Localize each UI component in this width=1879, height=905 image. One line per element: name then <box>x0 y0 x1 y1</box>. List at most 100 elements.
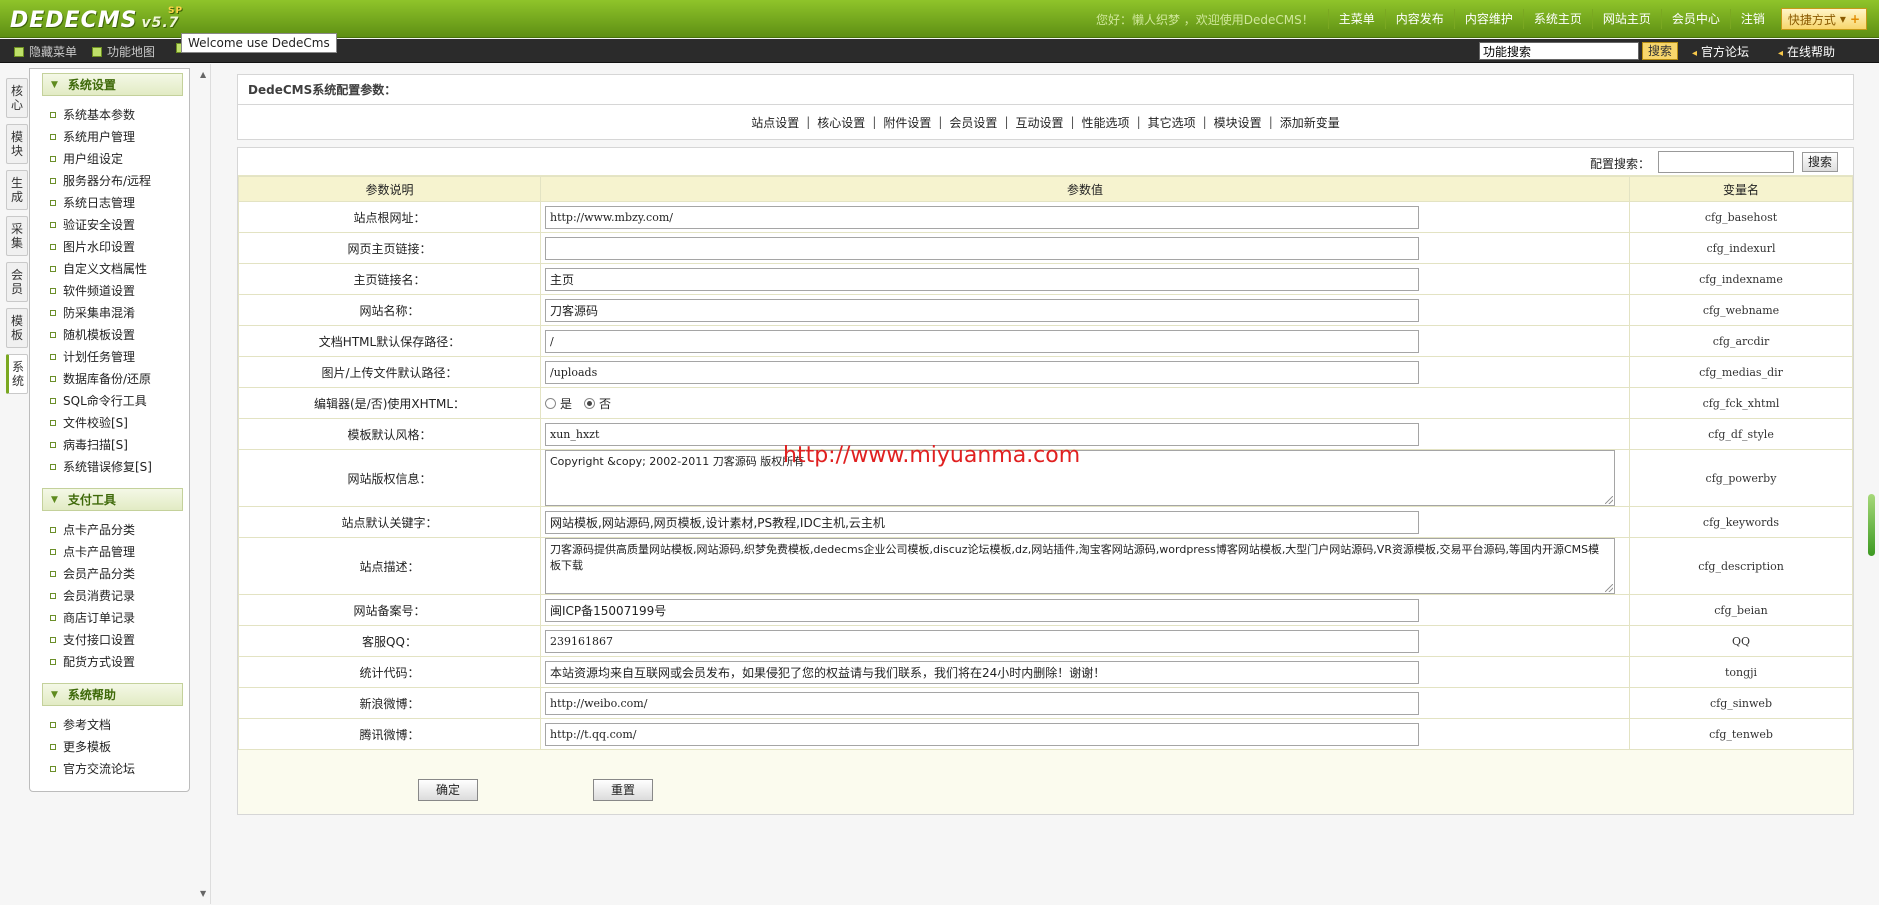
page-scroll-thumb[interactable] <box>1868 494 1875 556</box>
vtab-system[interactable]: 系统 <box>6 354 28 394</box>
vtab-member[interactable]: 会员 <box>6 262 28 302</box>
param-input[interactable]: http://t.qq.com/ <box>545 722 1419 746</box>
menu-section-system-help[interactable]: ▼ 系统帮助 <box>42 683 183 706</box>
menu-item[interactable]: 计划任务管理 <box>50 346 189 368</box>
menu-item-label: 文件校验[S] <box>63 416 128 430</box>
collapse-icon: ▼ <box>51 689 58 700</box>
param-input[interactable]: 主页 <box>545 267 1419 291</box>
menu-item[interactable]: 系统基本参数 <box>50 104 189 126</box>
menu-item[interactable]: 验证安全设置 <box>50 214 189 236</box>
chevron-down-icon: ▾ <box>1839 12 1846 26</box>
menu-item[interactable]: 用户组设定 <box>50 148 189 170</box>
config-tab[interactable]: 站点设置 <box>744 114 806 131</box>
page-title: DedeCMS系统配置参数： <box>248 83 397 97</box>
vtab-module[interactable]: 模块 <box>6 124 28 164</box>
param-variable-name: cfg_basehost <box>1629 201 1853 233</box>
vtab-core[interactable]: 核心 <box>6 78 28 118</box>
menu-item[interactable]: 软件频道设置 <box>50 280 189 302</box>
menu-item[interactable]: 支付接口设置 <box>50 629 189 651</box>
menu-item[interactable]: 自定义文档属性 <box>50 258 189 280</box>
arrow-icon: ◂ <box>1692 48 1698 59</box>
menu-item[interactable]: 文件校验[S] <box>50 412 189 434</box>
xhtml-no-radio[interactable] <box>584 397 596 409</box>
param-input[interactable]: 刀客源码 <box>545 298 1419 322</box>
column-header-description: 参数说明 <box>238 176 541 202</box>
resize-grip-icon[interactable] <box>1605 584 1613 592</box>
menu-item[interactable]: SQL命令行工具 <box>50 390 189 412</box>
menu-section-system-settings[interactable]: ▼ 系统设置 <box>42 73 183 96</box>
frame-scrollbar[interactable]: ▲ ▼ <box>197 64 211 904</box>
menu-item[interactable]: 配货方式设置 <box>50 651 189 673</box>
resize-grip-icon[interactable] <box>1605 496 1613 504</box>
vtab-template[interactable]: 模板 <box>6 308 28 348</box>
config-search-input[interactable] <box>1658 151 1794 173</box>
hide-menu-button[interactable]: 隐藏菜单 <box>14 43 77 60</box>
nav-main-menu[interactable]: 主菜单 <box>1327 9 1385 29</box>
config-tab[interactable]: 互动设置 <box>1008 114 1070 131</box>
menu-item[interactable]: 系统日志管理 <box>50 192 189 214</box>
param-label: 新浪微博： <box>238 687 541 719</box>
menu-item[interactable]: 官方交流论坛 <box>50 758 189 780</box>
confirm-button[interactable]: 确定 <box>418 779 478 801</box>
reset-button[interactable]: 重置 <box>593 779 653 801</box>
menu-item[interactable]: 服务器分布/远程 <box>50 170 189 192</box>
vtab-collect[interactable]: 采集 <box>6 216 28 256</box>
vtab-generate[interactable]: 生成 <box>6 170 28 210</box>
config-tab[interactable]: 模块设置 <box>1207 114 1269 131</box>
param-input[interactable]: /uploads <box>545 360 1419 384</box>
param-input[interactable]: / <box>545 329 1419 353</box>
online-help-link[interactable]: ◂ 在线帮助 <box>1778 43 1835 60</box>
param-input[interactable] <box>545 236 1419 260</box>
param-input[interactable]: 网站模板,网站源码,网页模板,设计素材,PS教程,IDC主机,云主机 <box>545 510 1419 534</box>
function-search-input[interactable] <box>1479 42 1639 60</box>
menu-item[interactable]: 参考文档 <box>50 714 189 736</box>
table-row: 统计代码： 本站资源均来自互联网或会员发布，如果侵犯了您的权益请与我们联系，我们将… <box>238 656 1853 688</box>
menu-item[interactable]: 点卡产品管理 <box>50 541 189 563</box>
nav-member-center[interactable]: 会员中心 <box>1660 9 1730 29</box>
menu-item[interactable]: 系统用户管理 <box>50 126 189 148</box>
config-search-button[interactable]: 搜索 <box>1802 152 1838 172</box>
param-input[interactable]: 闽ICP备15007199号 <box>545 598 1419 622</box>
param-input[interactable]: 239161867 <box>545 629 1419 653</box>
config-tab[interactable]: 其它选项 <box>1141 114 1203 131</box>
config-tab[interactable]: 会员设置 <box>942 114 1004 131</box>
param-value-cell: http://weibo.com/ <box>540 687 1630 719</box>
nav-system-home[interactable]: 系统主页 <box>1522 9 1592 29</box>
bullet-icon <box>50 571 56 577</box>
nav-content-maintain[interactable]: 内容维护 <box>1453 9 1523 29</box>
menu-item[interactable]: 随机模板设置 <box>50 324 189 346</box>
scroll-down-icon[interactable]: ▼ <box>200 889 206 898</box>
param-label: 站点默认关键字： <box>238 506 541 538</box>
param-textarea[interactable]: 刀客源码提供高质量网站模板,网站源码,织梦免费模板,dedecms企业公司模板,… <box>545 538 1615 594</box>
official-forum-link[interactable]: ◂ 官方论坛 <box>1692 43 1749 60</box>
config-search-row: 配置搜索： 搜索 <box>238 148 1853 176</box>
menu-item[interactable]: 更多模板 <box>50 736 189 758</box>
menu-item[interactable]: 会员消费记录 <box>50 585 189 607</box>
bullet-icon <box>50 178 56 184</box>
param-input[interactable]: http://weibo.com/ <box>545 691 1419 715</box>
menu-item[interactable]: 会员产品分类 <box>50 563 189 585</box>
config-tab[interactable]: 附件设置 <box>876 114 938 131</box>
menu-item[interactable]: 系统错误修复[S] <box>50 456 189 478</box>
nav-site-home[interactable]: 网站主页 <box>1591 9 1661 29</box>
function-search-button[interactable]: 搜索 <box>1642 42 1678 60</box>
menu-item[interactable]: 图片水印设置 <box>50 236 189 258</box>
param-input[interactable]: 本站资源均来自互联网或会员发布，如果侵犯了您的权益请与我们联系，我们将在24小时… <box>545 660 1419 684</box>
menu-item[interactable]: 病毒扫描[S] <box>50 434 189 456</box>
config-tab[interactable]: 性能选项 <box>1075 114 1137 131</box>
menu-item[interactable]: 防采集串混淆 <box>50 302 189 324</box>
nav-logout[interactable]: 注销 <box>1729 9 1775 29</box>
config-tab[interactable]: 核心设置 <box>810 114 872 131</box>
scroll-up-icon[interactable]: ▲ <box>200 70 206 79</box>
config-tab[interactable]: 添加新变量 <box>1273 114 1347 131</box>
quick-access-button[interactable]: 快捷方式 ▾ + <box>1780 8 1867 30</box>
menu-item[interactable]: 商店订单记录 <box>50 607 189 629</box>
menu-item[interactable]: 数据库备份/还原 <box>50 368 189 390</box>
function-map-button[interactable]: 功能地图 <box>92 43 155 60</box>
param-input[interactable]: http://www.mbzy.com/ <box>545 205 1419 229</box>
xhtml-yes-radio[interactable] <box>545 397 556 409</box>
menu-item[interactable]: 点卡产品分类 <box>50 519 189 541</box>
menu-item-label: 用户组设定 <box>63 152 124 166</box>
nav-content-publish[interactable]: 内容发布 <box>1384 9 1454 29</box>
menu-section-payment-tools[interactable]: ▼ 支付工具 <box>42 488 183 511</box>
